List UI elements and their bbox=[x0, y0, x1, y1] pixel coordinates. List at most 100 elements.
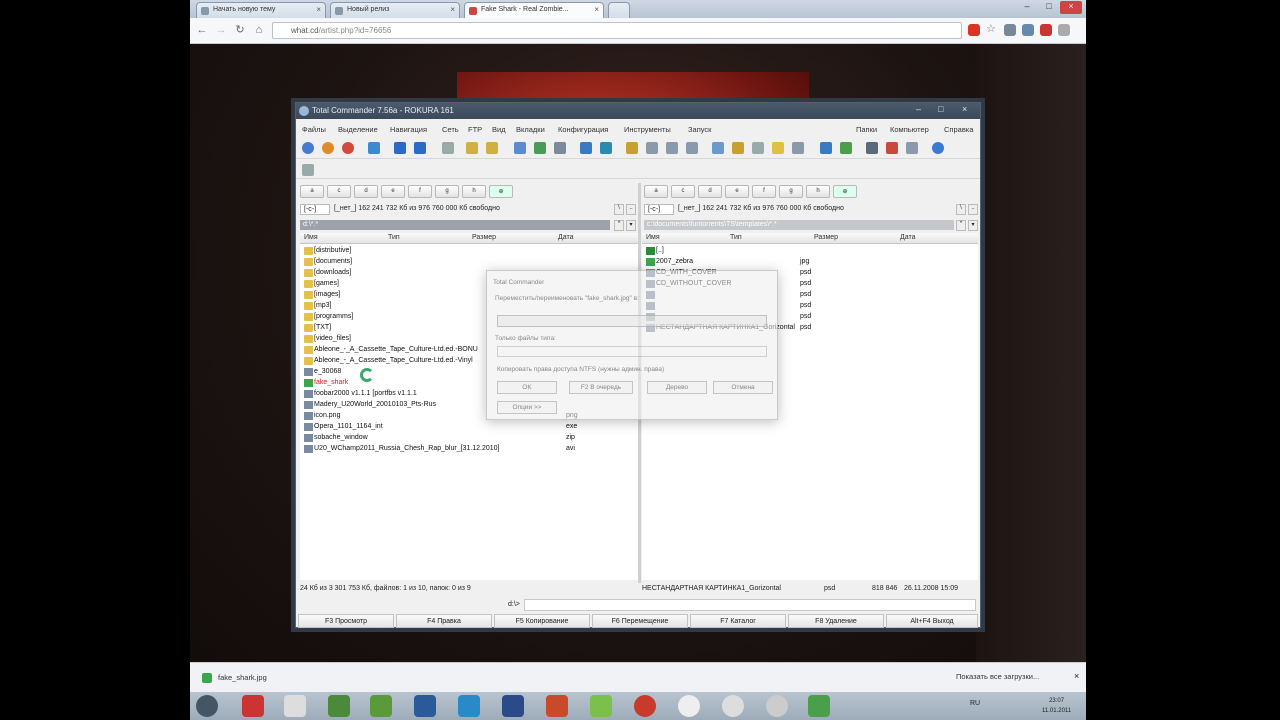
f7-mkdir-button[interactable]: F7 Каталог bbox=[690, 614, 786, 628]
refresh-icon[interactable] bbox=[302, 142, 314, 154]
download-item[interactable]: fake_shark.jpg bbox=[196, 669, 336, 687]
dialog-target-input[interactable] bbox=[497, 315, 767, 327]
tool-icon[interactable] bbox=[646, 142, 658, 154]
tool-icon[interactable] bbox=[820, 142, 832, 154]
taskbar-photoshop-icon[interactable] bbox=[414, 695, 436, 717]
search-icon[interactable] bbox=[442, 142, 454, 154]
dialog-filter-input[interactable] bbox=[497, 346, 767, 357]
drive-button[interactable]: f bbox=[408, 185, 432, 198]
taskbar-app-icon[interactable] bbox=[370, 695, 392, 717]
network-drive-button[interactable]: ⊕ bbox=[833, 185, 857, 198]
tool-icon[interactable] bbox=[732, 142, 744, 154]
tool-icon[interactable] bbox=[752, 142, 764, 154]
taskbar-app-icon[interactable] bbox=[808, 695, 830, 717]
help-icon[interactable] bbox=[932, 142, 944, 154]
left-dropdown-button[interactable]: ▾ bbox=[626, 220, 636, 231]
tab-close-icon[interactable]: × bbox=[450, 5, 455, 14]
drive-button[interactable]: e bbox=[381, 185, 405, 198]
taskbar-skype-icon[interactable] bbox=[458, 695, 480, 717]
menu-ftp[interactable]: FTP bbox=[468, 125, 482, 134]
tool-icon[interactable] bbox=[666, 142, 678, 154]
right-root-button[interactable]: \ bbox=[956, 204, 966, 215]
column-size[interactable]: Размер bbox=[814, 234, 838, 241]
drive-button[interactable]: h bbox=[462, 185, 486, 198]
multirename-icon[interactable] bbox=[554, 142, 566, 154]
dialog-tree-button[interactable]: Дерево bbox=[647, 381, 707, 394]
tool-icon[interactable] bbox=[866, 142, 878, 154]
menu-configuration[interactable]: Конфигурация bbox=[558, 125, 608, 134]
file-row[interactable]: [..] bbox=[642, 246, 978, 257]
unpack-icon[interactable] bbox=[486, 142, 498, 154]
tab-close-icon[interactable]: × bbox=[594, 5, 599, 14]
column-name[interactable]: Имя bbox=[646, 234, 660, 241]
menu-network[interactable]: Сеть bbox=[442, 125, 459, 134]
reload-icon[interactable]: ↻ bbox=[233, 23, 247, 37]
file-row[interactable]: [documents] bbox=[300, 257, 638, 268]
tab-new-topic[interactable]: Начать новую тему × bbox=[196, 2, 326, 18]
dialog-queue-button[interactable]: F2 В очередь bbox=[569, 381, 633, 394]
language-indicator[interactable]: RU bbox=[970, 700, 980, 707]
start-button-icon[interactable] bbox=[196, 695, 218, 717]
extension-icon[interactable] bbox=[1040, 24, 1052, 36]
left-up-button[interactable]: .. bbox=[626, 204, 636, 215]
left-root-button[interactable]: \ bbox=[614, 204, 624, 215]
adblock-icon[interactable] bbox=[968, 24, 980, 36]
copy-names-icon[interactable] bbox=[626, 142, 638, 154]
menu-folders[interactable]: Папки bbox=[856, 125, 877, 134]
dialog-ntfs-checkbox[interactable]: Копировать права доступа NTFS (нужны адм… bbox=[497, 366, 664, 373]
taskbar-chrome-icon[interactable] bbox=[328, 695, 350, 717]
tool-icon[interactable] bbox=[686, 142, 698, 154]
right-up-button[interactable]: .. bbox=[968, 204, 978, 215]
f8-delete-button[interactable]: F8 Удаление bbox=[788, 614, 884, 628]
menu-help[interactable]: Справка bbox=[944, 125, 973, 134]
tree-icon[interactable] bbox=[322, 142, 334, 154]
tab-close-icon[interactable]: × bbox=[316, 5, 321, 14]
right-path-bar[interactable]: c:\documents\funtorrents\TS\templates\*.… bbox=[644, 220, 954, 230]
drive-button[interactable]: e bbox=[725, 185, 749, 198]
ftp-connect-icon[interactable] bbox=[580, 142, 592, 154]
drive-button[interactable]: c bbox=[327, 185, 351, 198]
show-all-downloads-link[interactable]: Показать все загрузки... bbox=[956, 672, 1039, 681]
compare-icon[interactable] bbox=[534, 142, 546, 154]
menu-files[interactable]: Файлы bbox=[302, 125, 326, 134]
browser-minimize-button[interactable]: – bbox=[1016, 1, 1038, 14]
f5-copy-button[interactable]: F5 Копирование bbox=[494, 614, 590, 628]
file-row[interactable]: 2007_zebra jpg bbox=[642, 257, 978, 268]
back-arrow-icon[interactable] bbox=[394, 142, 406, 154]
right-history-button[interactable]: * bbox=[956, 220, 966, 231]
taskbar-total-commander-icon[interactable] bbox=[502, 695, 524, 717]
column-date[interactable]: Дата bbox=[558, 234, 574, 241]
column-type[interactable]: Тип bbox=[730, 234, 742, 241]
drive-button[interactable]: h bbox=[806, 185, 830, 198]
f3-view-button[interactable]: F3 Просмотр bbox=[298, 614, 394, 628]
browser-close-button[interactable]: × bbox=[1060, 1, 1082, 14]
menu-launch[interactable]: Запуск bbox=[688, 125, 711, 134]
tool-icon[interactable] bbox=[772, 142, 784, 154]
stop-icon[interactable] bbox=[342, 142, 354, 154]
forward-icon[interactable]: → bbox=[214, 23, 228, 37]
tc-close-button[interactable]: × bbox=[962, 104, 967, 114]
left-drive-select[interactable]: [-c-] bbox=[300, 204, 330, 215]
taskbar-eac-icon[interactable] bbox=[766, 695, 788, 717]
forward-arrow-icon[interactable] bbox=[414, 142, 426, 154]
menu-navigation[interactable]: Навигация bbox=[390, 125, 427, 134]
column-date[interactable]: Дата bbox=[900, 234, 916, 241]
pack-icon[interactable] bbox=[466, 142, 478, 154]
menu-selection[interactable]: Выделение bbox=[338, 125, 378, 134]
tool-icon[interactable] bbox=[840, 142, 852, 154]
drive-button[interactable]: d bbox=[354, 185, 378, 198]
file-row[interactable]: [distributive] bbox=[300, 246, 638, 257]
alt-f4-exit-button[interactable]: Alt+F4 Выход bbox=[886, 614, 978, 628]
drive-button[interactable]: g bbox=[435, 185, 459, 198]
tc-minimize-button[interactable]: – bbox=[916, 104, 921, 114]
taskbar-app-icon[interactable] bbox=[242, 695, 264, 717]
drive-button[interactable]: g bbox=[779, 185, 803, 198]
right-drive-select[interactable]: [-c-] bbox=[644, 204, 674, 215]
column-name[interactable]: Имя bbox=[304, 234, 318, 241]
dialog-ok-button[interactable]: OK bbox=[497, 381, 557, 394]
menu-computer[interactable]: Компьютер bbox=[890, 125, 929, 134]
taskbar-opera-icon[interactable] bbox=[634, 695, 656, 717]
tool-icon[interactable] bbox=[712, 142, 724, 154]
drive-button[interactable]: f bbox=[752, 185, 776, 198]
back-icon[interactable]: ← bbox=[195, 23, 209, 37]
